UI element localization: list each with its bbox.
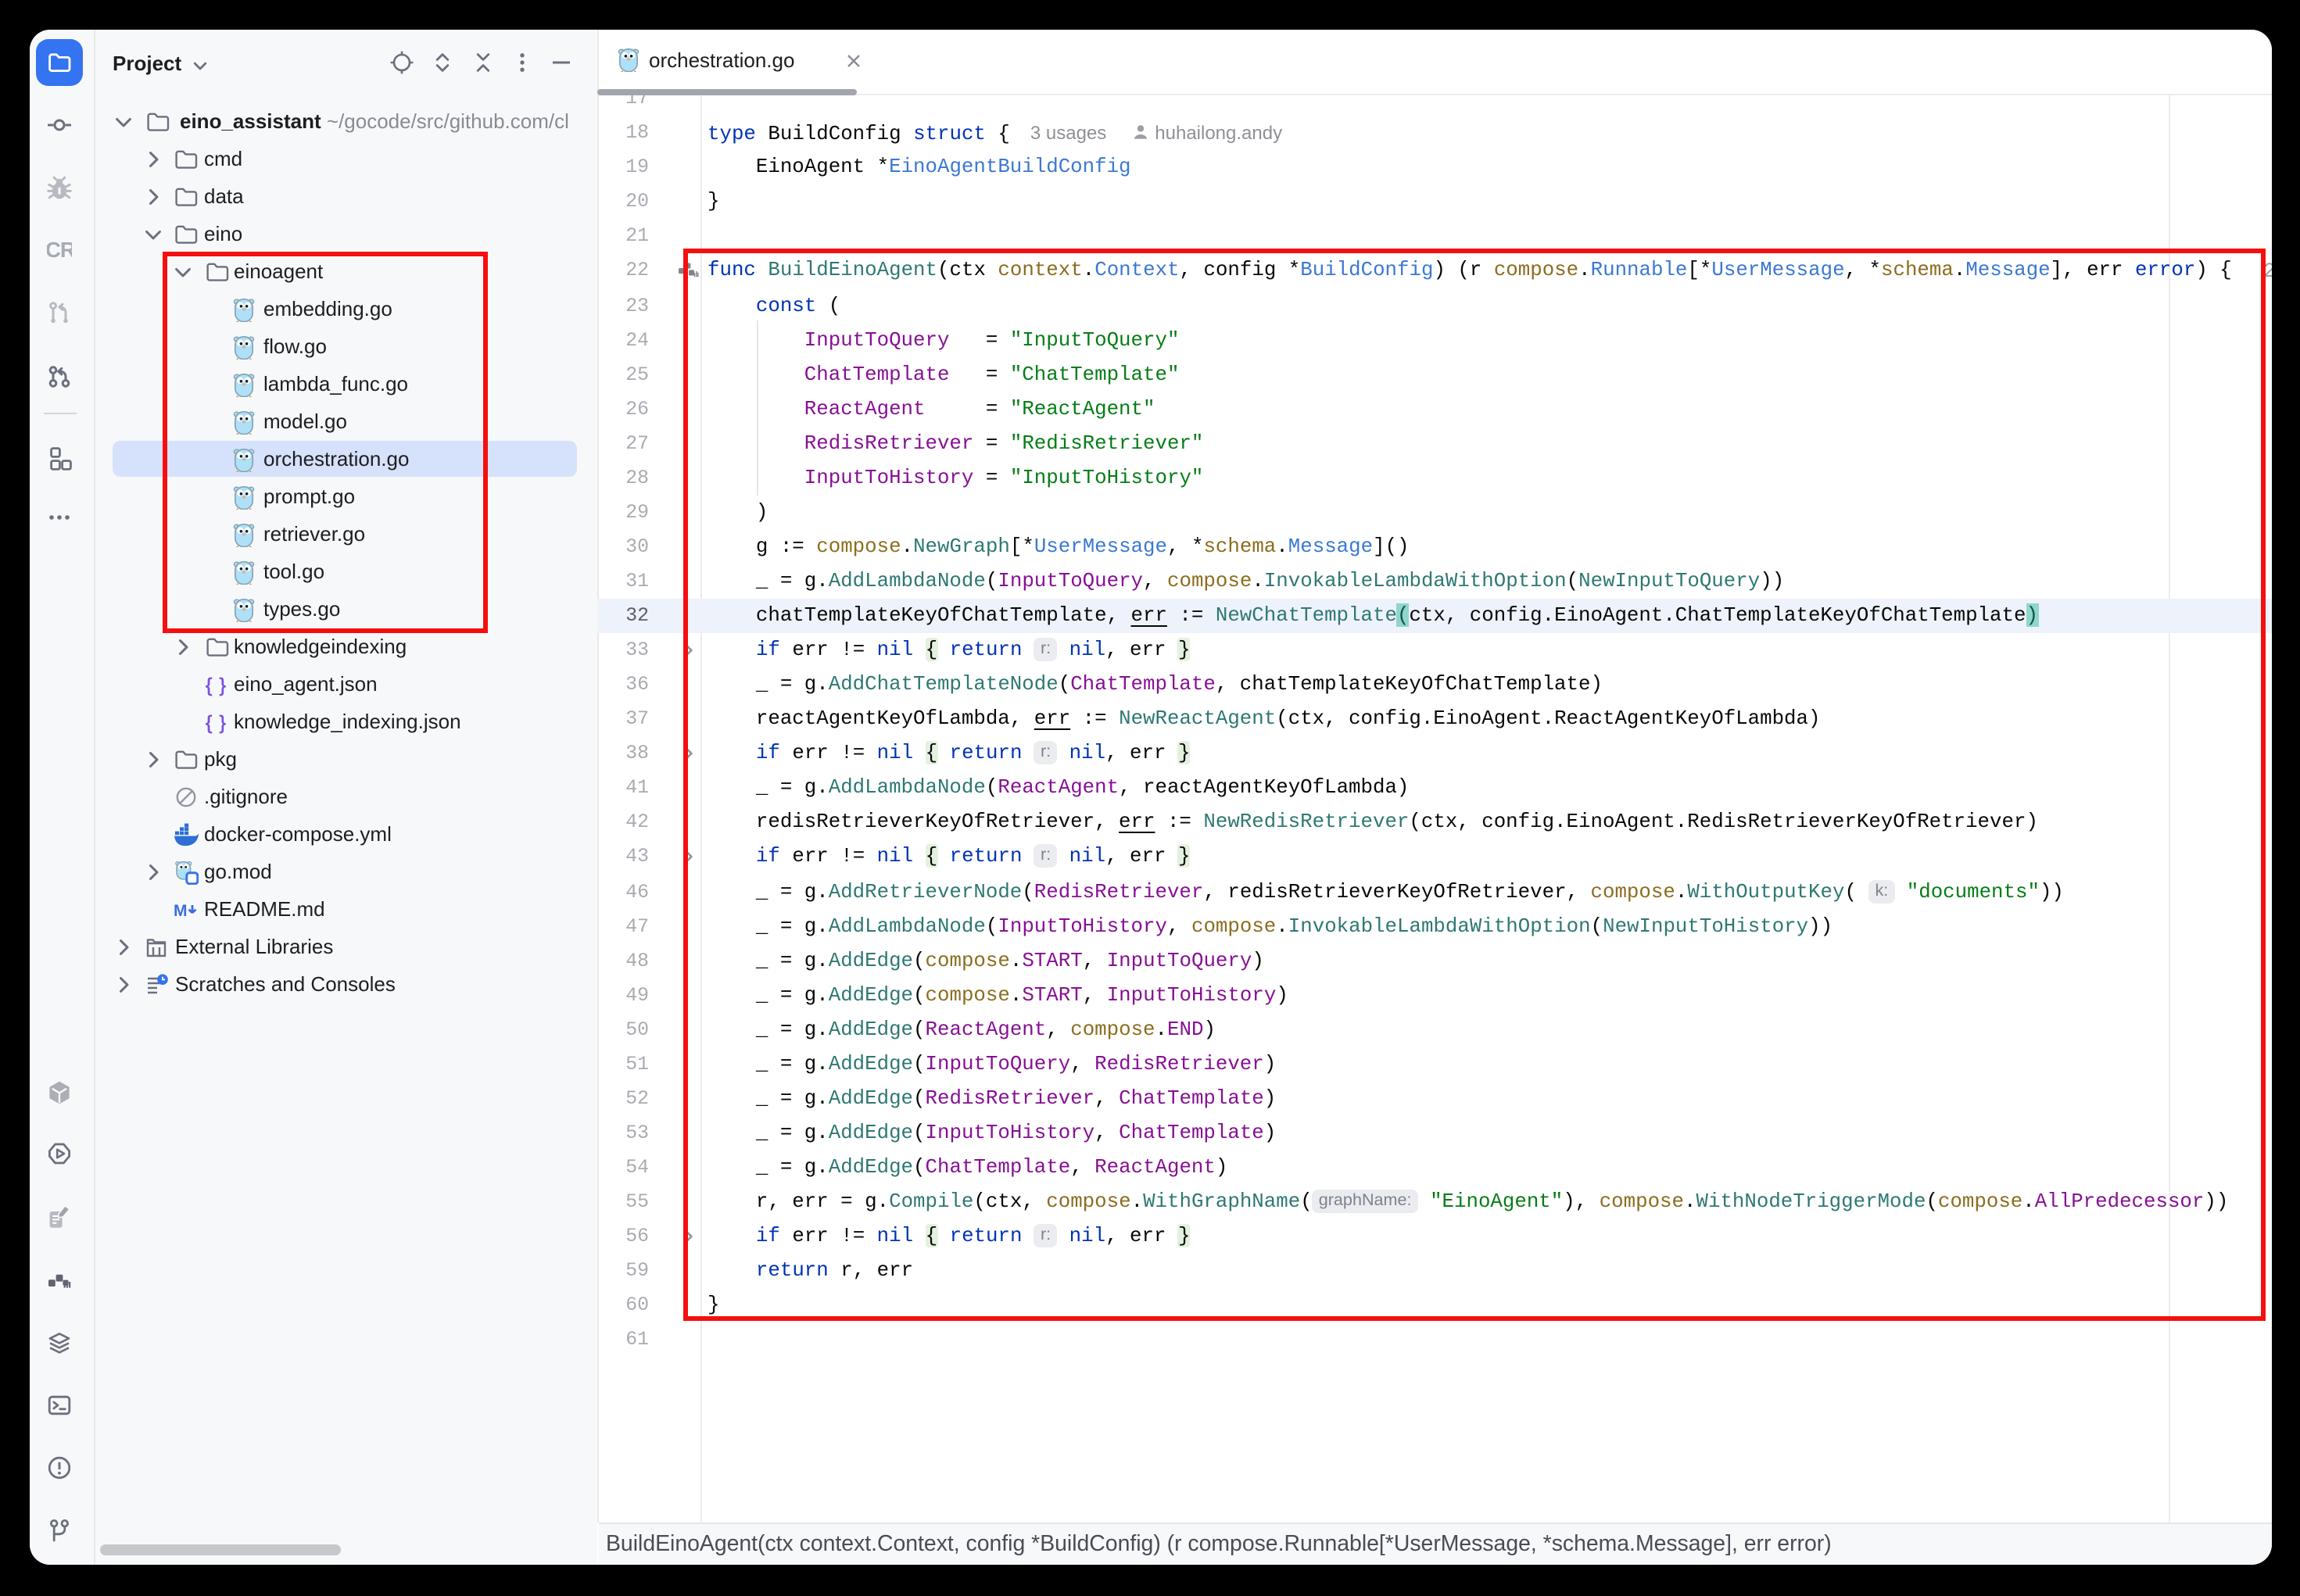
svg-text:M: M (174, 901, 188, 919)
svg-text:}: } (220, 675, 226, 696)
svg-text:{: { (206, 712, 212, 733)
svg-text:CR: CR (47, 238, 72, 262)
svg-text:}: } (220, 712, 226, 733)
svg-text:{: { (206, 675, 212, 696)
